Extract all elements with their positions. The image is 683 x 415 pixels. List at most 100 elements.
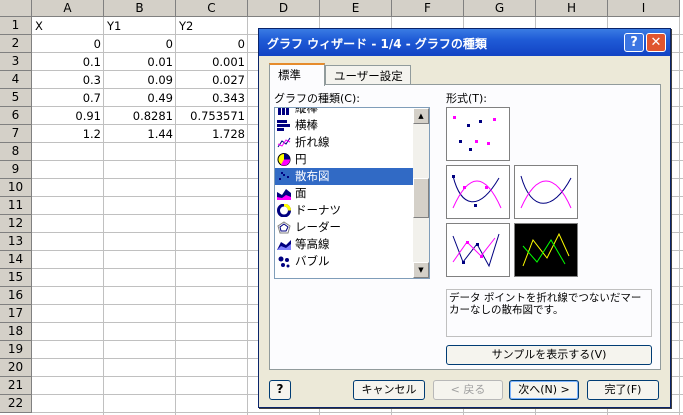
column-header[interactable]: G [464,0,536,17]
row-header[interactable]: 6 [0,107,32,125]
chart-type-item[interactable]: 縦棒 [275,107,414,117]
row-header[interactable]: 17 [0,305,32,323]
tab-custom[interactable]: ユーザー設定 [325,65,411,84]
table-cell[interactable]: Y1 [104,17,176,35]
arrow-down-icon: ▼ [418,266,424,274]
chart-type-items: 縦棒横棒 折れ線円散布図面ドーナツ レーダー 等高線 バブル [275,108,414,278]
chart-subtype-label: 形式(T): [446,92,488,105]
table-cell[interactable]: 0 [176,35,248,53]
table-cell[interactable]: Y2 [176,17,248,35]
bubble-chart-icon [277,255,291,268]
scroll-down-button[interactable]: ▼ [413,262,429,278]
subtype-smooth-lines[interactable] [514,165,578,219]
column-header[interactable]: F [392,0,464,17]
table-cell[interactable]: 0.09 [104,71,176,89]
row-header[interactable]: 13 [0,233,32,251]
chart-type-item[interactable]: バブル [275,253,414,270]
chart-type-label: グラフの種類(C): [274,92,360,105]
table-cell[interactable]: 0.49 [104,89,176,107]
row-header[interactable]: 5 [0,89,32,107]
row-header[interactable]: 11 [0,197,32,215]
tab-standard[interactable]: 標準 [269,63,325,86]
column-header[interactable]: D [248,0,320,17]
table-cell[interactable]: 0.001 [176,53,248,71]
row-header[interactable]: 22 [0,395,32,413]
cancel-button[interactable]: キャンセル [353,380,425,400]
select-all-corner[interactable] [0,0,32,17]
chart-type-label-text: 面 [295,186,307,200]
help-button[interactable]: ? [624,33,644,52]
table-cell[interactable]: 0.3 [32,71,104,89]
row-header[interactable]: 2 [0,35,32,53]
subtype-straight-lines[interactable] [514,223,578,277]
row-header[interactable]: 9 [0,161,32,179]
table-cell[interactable]: 0.91 [32,107,104,125]
chart-type-item[interactable]: 折れ線 [275,134,414,151]
doughnut-chart-icon [277,203,291,218]
row-header[interactable]: 3 [0,53,32,71]
chart-type-list[interactable]: 縦棒横棒 折れ線円散布図面ドーナツ レーダー 等高線 バブル ▲ ▼ [274,107,430,279]
table-cell[interactable]: 0 [104,35,176,53]
table-cell[interactable]: 1.2 [32,125,104,143]
show-sample-button[interactable]: サンプルを表示する(V) [446,345,652,365]
table-cell[interactable]: 0.7 [32,89,104,107]
straight-lines-markers-icon [452,233,500,268]
chart-type-item[interactable]: 面 [275,185,414,202]
table-cell[interactable]: 1.728 [176,125,248,143]
table-cell[interactable]: 0.753571 [176,107,248,125]
row-header[interactable]: 12 [0,215,32,233]
column-header[interactable]: B [104,0,176,17]
dialog-titlebar[interactable]: グラフ ウィザード - 1/4 - グラフの種類 ? ✕ [259,29,670,56]
table-cell[interactable]: X [32,17,104,35]
chart-type-item[interactable]: レーダー [275,219,414,236]
row-header[interactable]: 4 [0,71,32,89]
chart-type-item[interactable]: 散布図 [275,168,414,185]
column-header[interactable]: E [320,0,392,17]
subtype-smooth-markers[interactable] [446,165,510,219]
table-cell[interactable]: 0.01 [104,53,176,71]
subtype-scatter-markers[interactable] [446,107,510,161]
row-header[interactable]: 14 [0,251,32,269]
table-cell[interactable]: 1.44 [104,125,176,143]
row-header[interactable]: 8 [0,143,32,161]
office-assistant-button[interactable]: ? [269,380,291,400]
row-header[interactable]: 16 [0,287,32,305]
chart-type-item[interactable]: ドーナツ [275,202,414,219]
column-header[interactable]: I [608,0,680,17]
row-header[interactable]: 21 [0,377,32,395]
table-cell[interactable]: 0.027 [176,71,248,89]
column-chart-icon [277,108,291,115]
column-header[interactable]: C [176,0,248,17]
next-button[interactable]: 次へ(N) > [509,380,579,400]
row-header[interactable]: 10 [0,179,32,197]
column-header[interactable]: A [32,0,104,17]
chart-type-item[interactable]: 等高線 [275,236,414,253]
close-button[interactable]: ✕ [646,33,666,52]
row-header[interactable]: 20 [0,359,32,377]
chart-type-label-text: 散布図 [295,169,330,183]
table-cell[interactable]: 0.1 [32,53,104,71]
dialog-title: グラフ ウィザード - 1/4 - グラフの種類 [267,37,487,51]
row-header[interactable]: 7 [0,125,32,143]
chart-type-item[interactable]: 横棒 [275,117,414,134]
chart-type-scrollbar[interactable]: ▲ ▼ [413,108,429,278]
row-header[interactable]: 1 [0,17,32,35]
finish-button[interactable]: 完了(F) [587,380,659,400]
table-cell[interactable]: 0.343 [176,89,248,107]
table-cell[interactable]: 0.8281 [104,107,176,125]
scroll-up-button[interactable]: ▲ [413,108,429,124]
scroll-thumb[interactable] [413,178,429,218]
column-headers: ABCDEFGHI [32,0,683,17]
row-header[interactable]: 19 [0,341,32,359]
smooth-lines-icon [520,175,572,209]
scatter-chart-icon [277,170,291,183]
row-header[interactable]: 18 [0,323,32,341]
row-header[interactable]: 15 [0,269,32,287]
back-button[interactable]: < 戻る [433,380,503,400]
table-cell[interactable]: 0 [32,35,104,53]
column-header[interactable]: H [536,0,608,17]
chart-type-label-text: 縦棒 [295,107,318,115]
chart-type-item[interactable]: 円 [275,151,414,168]
chart-type-label-text: 円 [295,152,307,166]
subtype-straight-markers[interactable] [446,223,510,277]
